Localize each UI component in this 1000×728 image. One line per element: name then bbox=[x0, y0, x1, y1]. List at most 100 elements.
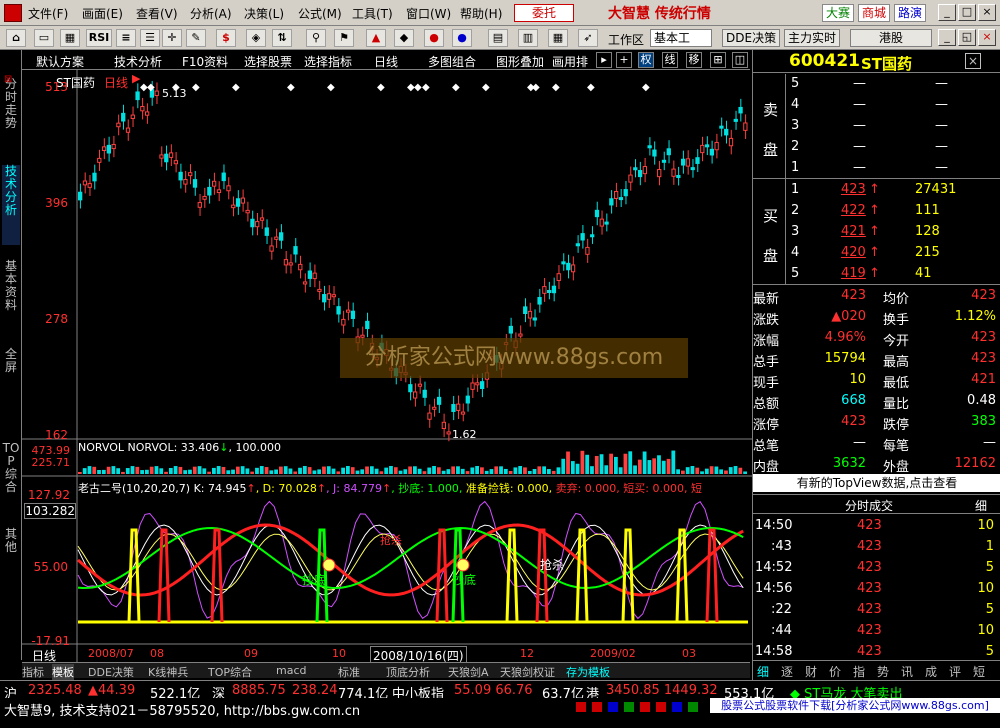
tab-fullscreen[interactable]: 全屏 bbox=[2, 348, 20, 374]
right-tab-4[interactable]: 指 bbox=[853, 663, 865, 680]
tab-daily[interactable]: 日线 bbox=[374, 53, 398, 70]
menu-file[interactable]: 文件(F) bbox=[28, 5, 68, 22]
plus-icon[interactable]: + bbox=[616, 52, 632, 68]
chart-arrow-icon[interactable]: ▶ bbox=[132, 72, 140, 85]
panel-close-icon[interactable]: × bbox=[965, 53, 981, 69]
right-tab-2[interactable]: 财 bbox=[805, 663, 817, 680]
tab-line[interactable]: 线 bbox=[662, 52, 678, 68]
tab-intraday[interactable]: 分时走势 bbox=[2, 78, 20, 130]
roadshow-button[interactable]: 路演 bbox=[894, 4, 926, 22]
hk-button[interactable]: 港股 bbox=[850, 29, 932, 47]
topview-banner[interactable]: 有新的TopView数据,点击查看 bbox=[753, 474, 1000, 492]
right-tab-3[interactable]: 价 bbox=[829, 663, 841, 680]
disc-icon[interactable]: ● bbox=[424, 29, 444, 47]
layout-icon[interactable]: ▥ bbox=[518, 29, 538, 47]
right-tab-7[interactable]: 成 bbox=[925, 663, 937, 680]
tab-draw[interactable]: 画用排 bbox=[552, 53, 588, 70]
tab-select-indicator[interactable]: 选择指标 bbox=[304, 53, 352, 70]
pointer-icon[interactable]: ➶ bbox=[578, 29, 598, 47]
tab-multi-chart[interactable]: 多图组合 bbox=[428, 53, 476, 70]
realtime-button[interactable]: 主力实时 bbox=[784, 29, 841, 47]
tab-adjust[interactable]: 权 bbox=[638, 52, 654, 68]
status-icon[interactable] bbox=[688, 702, 698, 712]
sub-restore-button[interactable]: ◱ bbox=[958, 29, 976, 46]
grid-icon[interactable]: ▤ bbox=[488, 29, 508, 47]
table-icon[interactable]: ▦ bbox=[548, 29, 568, 47]
crosshair-icon[interactable]: ✛ bbox=[162, 29, 182, 47]
btab-standard[interactable]: 标准 bbox=[338, 664, 360, 680]
right-tab-5[interactable]: 势 bbox=[877, 663, 889, 680]
intraday-icon[interactable]: ▭ bbox=[34, 29, 54, 47]
contest-button[interactable]: 大赛 bbox=[822, 4, 854, 22]
menu-tools[interactable]: 工具(T) bbox=[352, 5, 393, 22]
btab-macd[interactable]: macd bbox=[276, 664, 307, 677]
btab-indicator[interactable]: 指标 bbox=[22, 664, 44, 680]
tab-technical[interactable]: 技术分析 bbox=[2, 165, 20, 245]
status-icon[interactable] bbox=[656, 702, 666, 712]
sort-icon[interactable]: ⇅ bbox=[272, 29, 292, 47]
home-icon[interactable]: ⌂ bbox=[6, 29, 26, 47]
right-tab-6[interactable]: 讯 bbox=[901, 663, 913, 680]
dollar-icon[interactable]: $ bbox=[216, 29, 236, 47]
f10-icon[interactable]: ≡ bbox=[116, 29, 136, 47]
panel-toggle-icon[interactable]: ◫ bbox=[732, 52, 748, 68]
scroll-right-icon[interactable]: ▸ bbox=[596, 52, 612, 68]
right-tab-0[interactable]: 细 bbox=[757, 663, 769, 680]
workspace-label[interactable]: 工作区 bbox=[608, 31, 644, 48]
menu-formula[interactable]: 公式(M) bbox=[298, 5, 342, 22]
menu-view[interactable]: 查看(V) bbox=[136, 5, 178, 22]
tab-move[interactable]: 移 bbox=[686, 52, 702, 68]
tab-select-stock[interactable]: 选择股票 bbox=[244, 53, 292, 70]
quote-icon[interactable]: ◈ bbox=[246, 29, 266, 47]
rsi-icon[interactable]: RSI bbox=[86, 29, 112, 47]
menu-analysis[interactable]: 分析(A) bbox=[190, 5, 232, 22]
minimize-button[interactable]: _ bbox=[938, 4, 956, 21]
chart-corner-icon[interactable]: ⊠ bbox=[4, 74, 12, 85]
list-icon[interactable]: ☰ bbox=[140, 29, 160, 47]
status-icon[interactable] bbox=[592, 702, 602, 712]
tab-overlay[interactable]: 图形叠加 bbox=[496, 53, 544, 70]
preset-select[interactable]: 基本工 bbox=[650, 29, 712, 47]
mall-button[interactable]: 商城 bbox=[858, 4, 890, 22]
tab-top[interactable]: TOP综合 bbox=[2, 442, 20, 494]
warn-icon[interactable]: ◆ bbox=[394, 29, 414, 47]
binocular-icon[interactable]: ⚲ bbox=[306, 29, 326, 47]
tab-default-scheme[interactable]: 默认方案 bbox=[36, 53, 84, 70]
news-icon[interactable]: ▲ bbox=[366, 29, 386, 47]
btab-save-template[interactable]: 存为模板 bbox=[566, 664, 610, 680]
tab-f10[interactable]: F10资料 bbox=[182, 53, 228, 70]
sub-close-button[interactable]: × bbox=[978, 29, 996, 46]
ticks-detail-button[interactable]: 细 bbox=[975, 497, 987, 514]
btab-template[interactable]: 模板 bbox=[52, 664, 74, 680]
btab-kline-god[interactable]: K线神兵 bbox=[148, 664, 188, 680]
btab-tianlang-a[interactable]: 天狼剑A bbox=[448, 664, 489, 680]
tab-fundamental[interactable]: 基本资料 bbox=[2, 260, 20, 312]
right-tab-8[interactable]: 评 bbox=[949, 663, 961, 680]
btab-dde[interactable]: DDE决策 bbox=[88, 664, 134, 680]
btab-topbottom[interactable]: 顶底分析 bbox=[386, 664, 430, 680]
right-tab-9[interactable]: 短 bbox=[973, 663, 985, 680]
status-icon[interactable] bbox=[608, 702, 618, 712]
close-button[interactable]: × bbox=[978, 4, 996, 21]
btab-tianlang-warrant[interactable]: 天狼剑权证 bbox=[500, 664, 555, 680]
menu-help[interactable]: 帮助(H) bbox=[460, 5, 502, 22]
status-icon[interactable] bbox=[672, 702, 682, 712]
status-icon[interactable] bbox=[624, 702, 634, 712]
draw-icon[interactable]: ✎ bbox=[186, 29, 206, 47]
status-icon[interactable] bbox=[576, 702, 586, 712]
menu-decision[interactable]: 决策(L) bbox=[244, 5, 284, 22]
maximize-button[interactable]: □ bbox=[958, 4, 976, 21]
alert-icon[interactable]: ⚑ bbox=[334, 29, 354, 47]
sub-minimize-button[interactable]: _ bbox=[938, 29, 956, 46]
right-tab-1[interactable]: 逐 bbox=[781, 663, 793, 680]
menu-screen[interactable]: 画面(E) bbox=[82, 5, 123, 22]
trade-button[interactable]: 委托 bbox=[514, 4, 574, 22]
disc2-icon[interactable]: ● bbox=[452, 29, 472, 47]
promo-banner[interactable]: 股票公式股票软件下载[分析家公式网www.88gs.com] bbox=[710, 698, 1000, 713]
tab-other[interactable]: 其他 bbox=[2, 528, 20, 554]
tab-tech-analysis[interactable]: 技术分析 bbox=[114, 53, 162, 70]
status-icon[interactable] bbox=[640, 702, 650, 712]
btab-top[interactable]: TOP综合 bbox=[208, 664, 252, 680]
dde-button[interactable]: DDE决策 bbox=[722, 29, 781, 47]
menu-window[interactable]: 窗口(W) bbox=[406, 5, 451, 22]
